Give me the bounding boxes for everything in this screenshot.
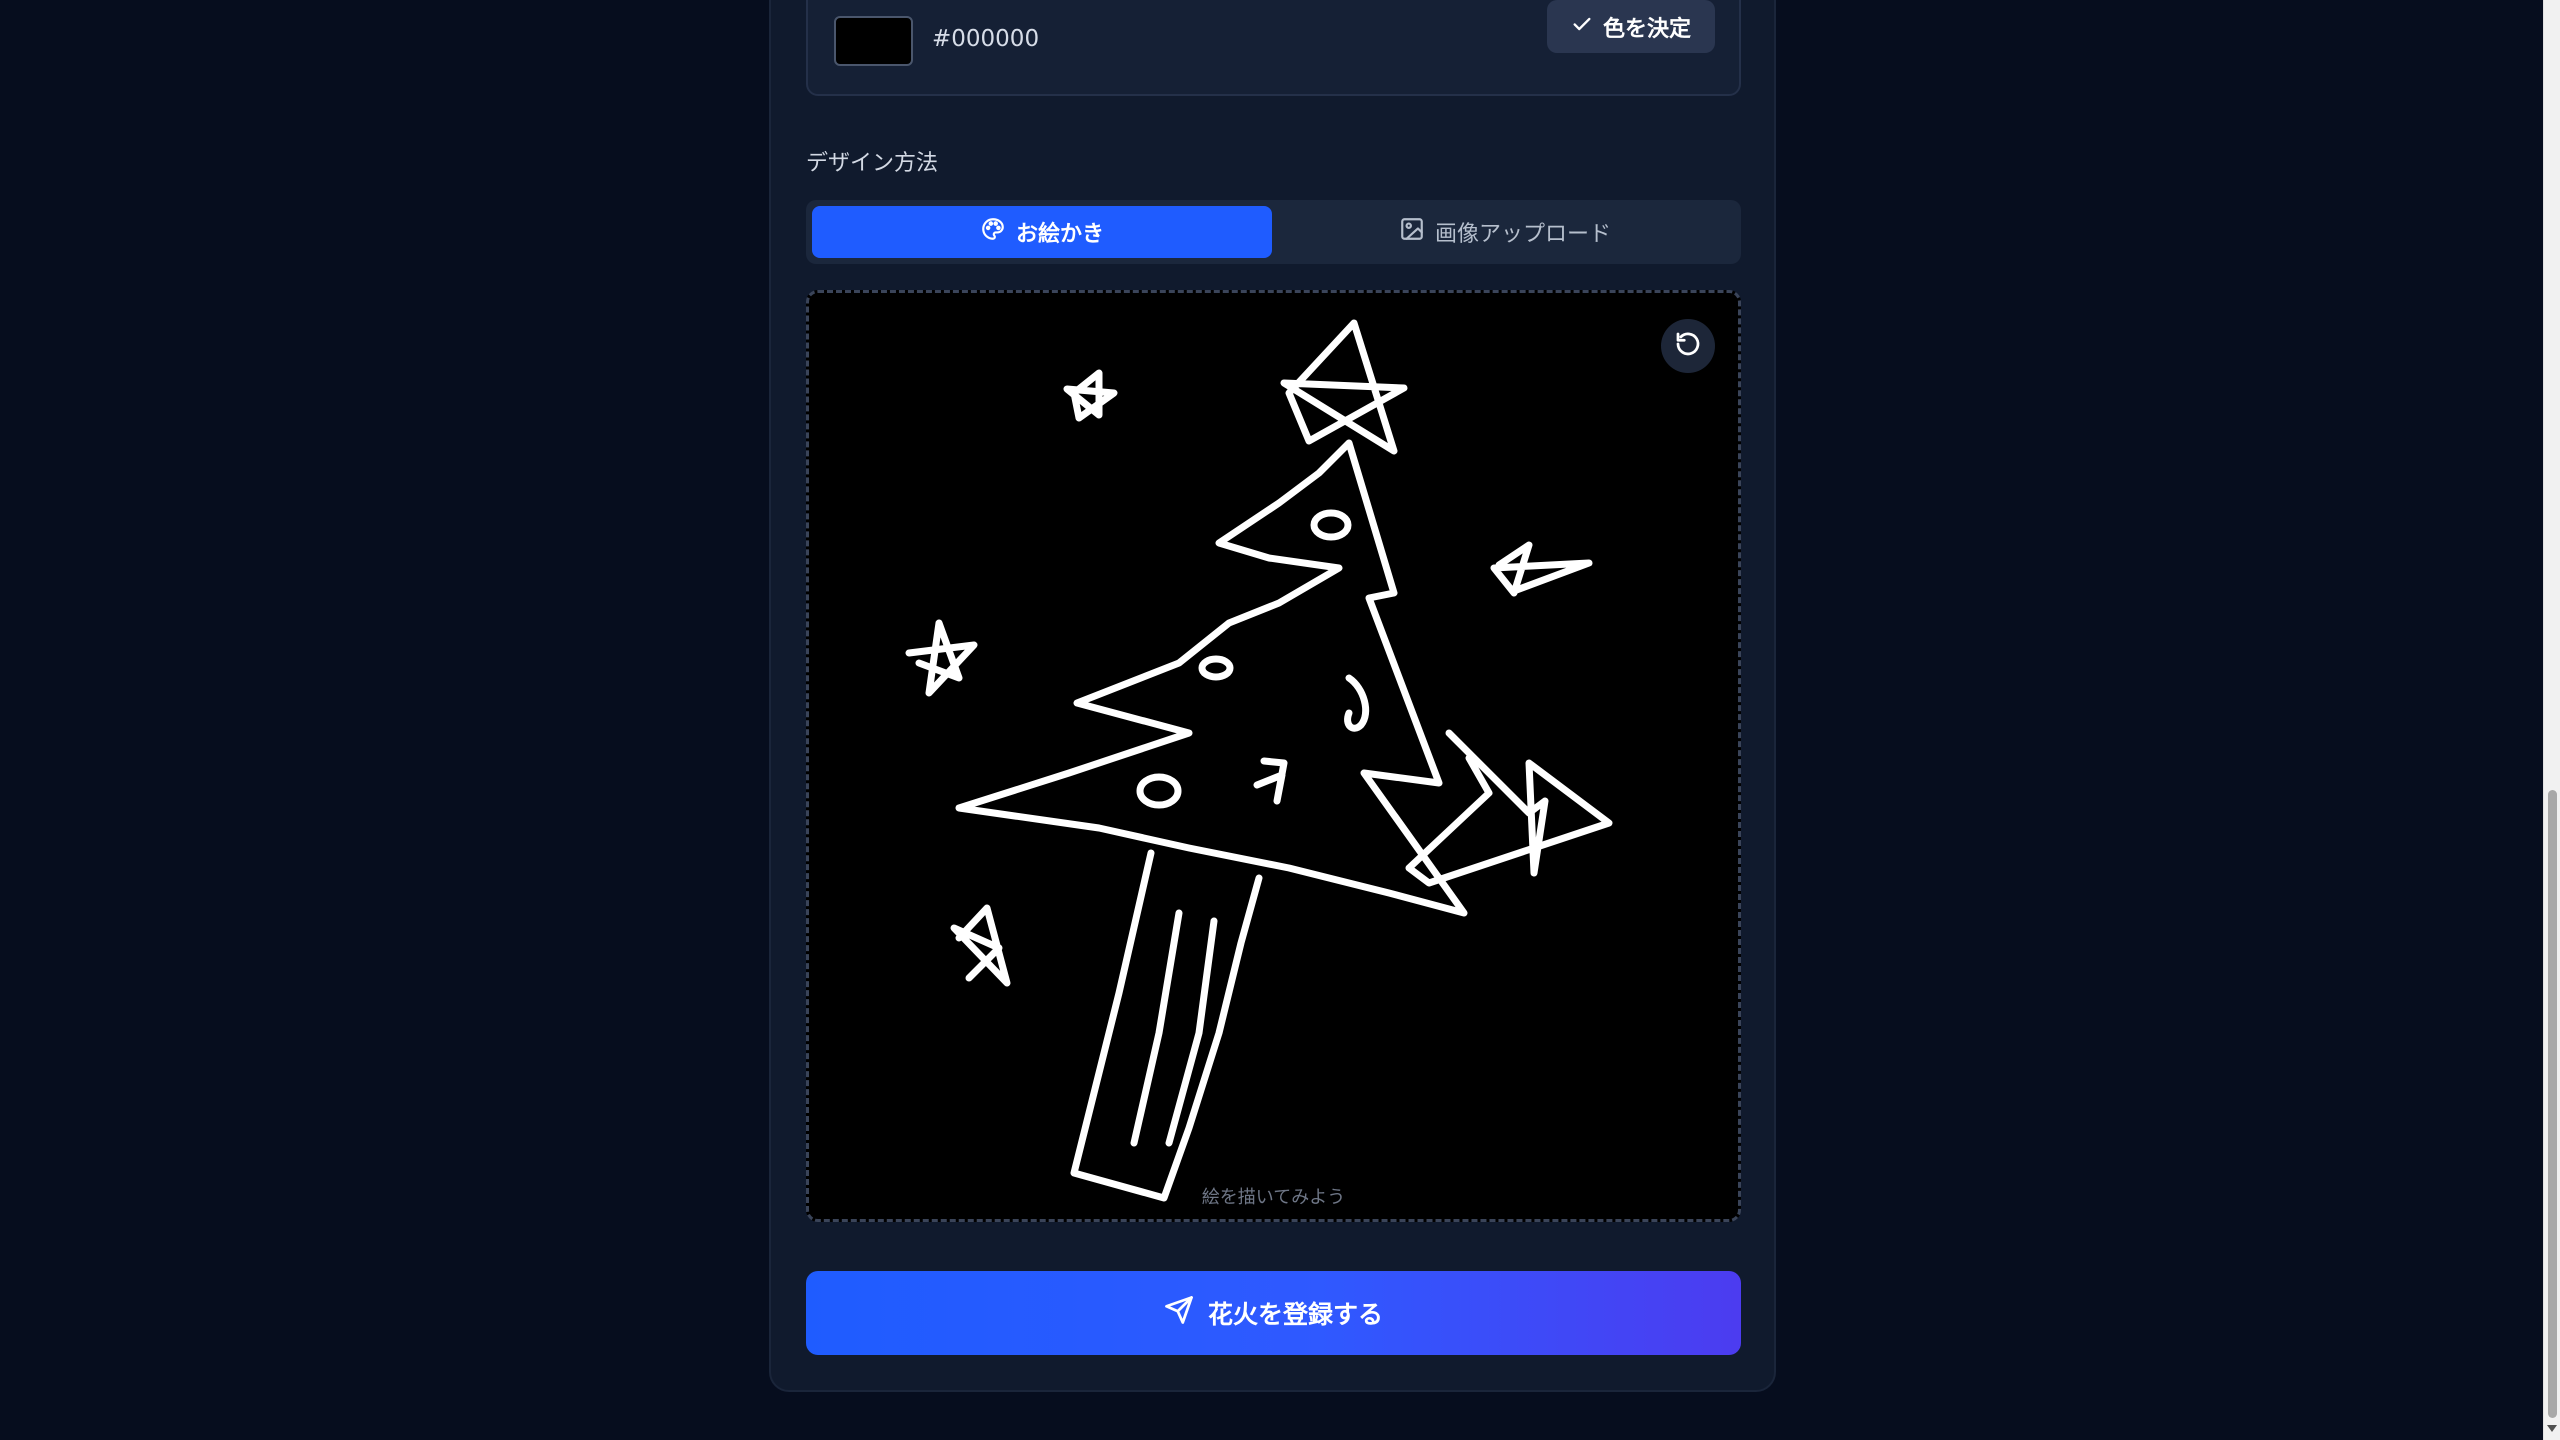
- scroll-down-arrow-icon[interactable]: [2546, 1422, 2558, 1436]
- tab-draw[interactable]: お絵かき: [812, 206, 1272, 258]
- color-swatch[interactable]: [834, 16, 913, 66]
- register-firework-button[interactable]: 花火を登録する: [806, 1271, 1741, 1355]
- image-icon: [1399, 216, 1425, 248]
- reset-icon: [1673, 329, 1703, 363]
- user-drawing: [905, 319, 1613, 1202]
- confirm-color-button[interactable]: 色を決定: [1547, 0, 1715, 53]
- tab-draw-label: お絵かき: [1015, 222, 1104, 247]
- reset-canvas-button[interactable]: [1661, 319, 1715, 373]
- palette-icon: [980, 216, 1006, 248]
- register-firework-label: 花火を登録する: [1207, 1300, 1383, 1329]
- scrollbar-thumb[interactable]: [2548, 790, 2557, 1418]
- design-method-label: デザイン方法: [806, 151, 939, 176]
- design-method-tabs: お絵かき 画像アップロード: [806, 200, 1741, 264]
- tab-image-upload-label: 画像アップロード: [1434, 222, 1611, 247]
- page: #000000 色を決定 デザイン方法 お絵かき 画像アップロード 絵を描いてみ…: [0, 0, 2560, 1440]
- drawing-canvas[interactable]: 絵を描いてみよう: [806, 290, 1741, 1222]
- confirm-color-label: 色を決定: [1602, 16, 1691, 42]
- check-icon: [1571, 13, 1593, 41]
- send-icon: [1164, 1295, 1194, 1331]
- color-hex-value: #000000: [932, 26, 1040, 52]
- tab-image-upload[interactable]: 画像アップロード: [1275, 206, 1735, 258]
- canvas-placeholder: 絵を描いてみよう: [1201, 1187, 1346, 1208]
